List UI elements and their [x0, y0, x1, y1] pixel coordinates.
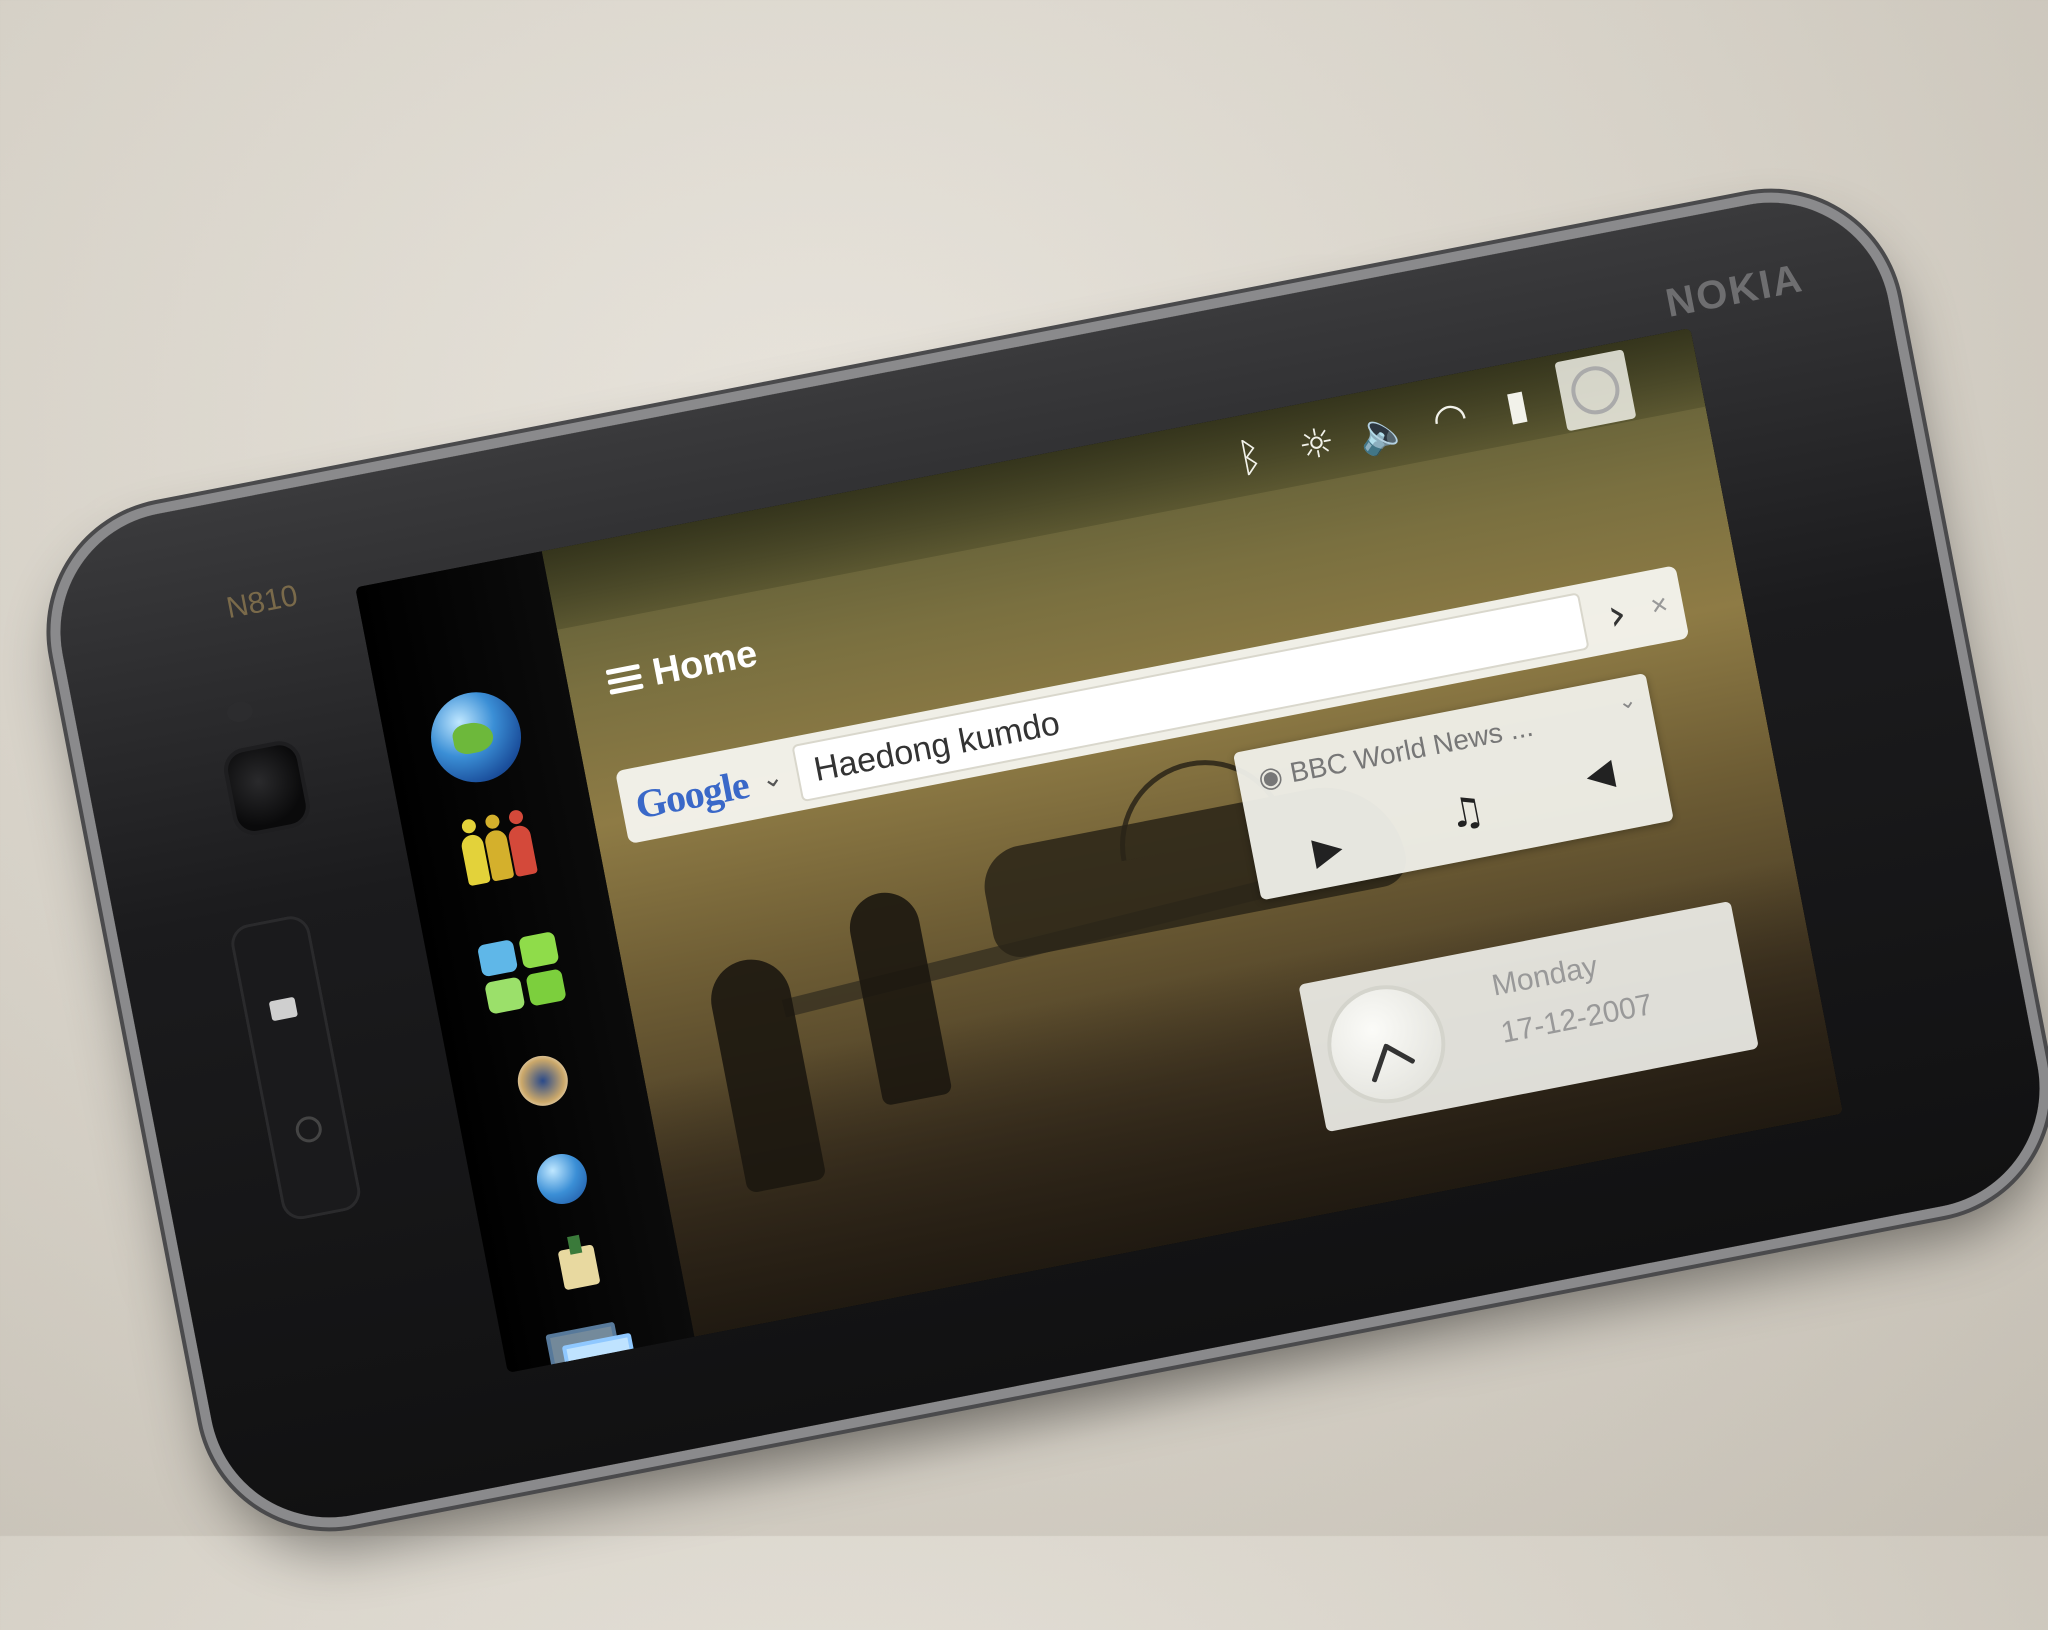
- volume-button[interactable]: ◀: [1582, 751, 1617, 797]
- select-key[interactable]: [268, 996, 299, 1022]
- back-key[interactable]: [293, 1114, 325, 1145]
- wifi-icon[interactable]: ◠: [1422, 388, 1477, 450]
- chevron-down-icon[interactable]: ⌄: [759, 762, 786, 796]
- model-label: N810: [223, 579, 301, 626]
- brand-logo: NOKIA: [1662, 256, 1807, 326]
- contacts-icon[interactable]: [440, 796, 557, 913]
- light-sensor: [225, 699, 255, 725]
- battery-icon[interactable]: ▮: [1489, 375, 1544, 437]
- web-browser-icon[interactable]: [417, 679, 534, 796]
- day-label: Monday: [1489, 949, 1601, 1003]
- menu-icon: [605, 663, 644, 695]
- brightness-icon[interactable]: ☼: [1289, 414, 1344, 476]
- analog-clock: [1321, 979, 1451, 1109]
- front-camera: [224, 742, 309, 835]
- search-go-button[interactable]: ›: [1593, 585, 1642, 643]
- applications-icon[interactable]: [463, 914, 580, 1031]
- media-icon[interactable]: [484, 1022, 601, 1139]
- tablet-device: NOKIA N810 ᛒ ☼ 🔈 ◠ ▮ Home Google ⌄ Haedo…: [39, 181, 2048, 1539]
- music-note-icon: ♫: [1444, 786, 1489, 839]
- clock-icon[interactable]: [1554, 349, 1637, 432]
- navigation-key[interactable]: [227, 912, 364, 1223]
- radio-icon: ◉: [1255, 759, 1286, 795]
- screen: ᛒ ☼ 🔈 ◠ ▮ Home Google ⌄ Haedong kumdo › …: [355, 328, 1843, 1373]
- chevron-down-icon[interactable]: ⌄: [1616, 687, 1639, 715]
- google-logo: Google: [631, 761, 753, 828]
- bluetooth-icon[interactable]: ᛒ: [1222, 427, 1277, 489]
- widget-close-icon[interactable]: ✕: [1648, 592, 1671, 620]
- volume-icon[interactable]: 🔈: [1355, 401, 1413, 463]
- minute-hand: [1383, 1043, 1416, 1065]
- play-button[interactable]: ▶: [1309, 824, 1346, 873]
